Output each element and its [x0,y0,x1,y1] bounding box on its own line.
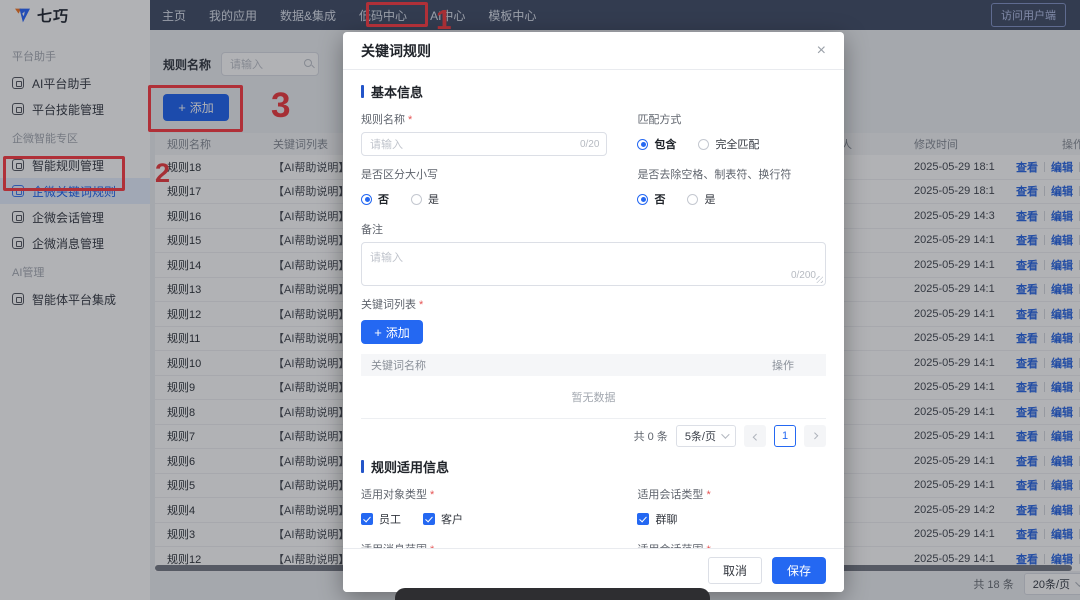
chevron-right-icon [811,432,818,439]
radio-checked-icon [637,139,648,150]
checkbox-customer[interactable]: 客户 [423,511,463,527]
radio-strip-yes[interactable]: 是 [687,191,715,207]
checkbox-employee[interactable]: 员工 [361,511,401,527]
object-type-label: 适用对象类型 [361,486,607,502]
radio-exact-match[interactable]: 完全匹配 [698,136,759,152]
session-type-label: 适用会话类型 [637,486,826,502]
modal-footer: 取消 保存 [343,548,844,592]
radio-unchecked-icon [687,194,698,205]
basic-info-section-title: 基本信息 [361,82,826,101]
modal-body: 基本信息 规则名称 请输入 0/20 匹配方式 包含 [343,70,844,548]
rule-name-field: 规则名称 请输入 0/20 [361,111,607,156]
session-type-field: 适用会话类型 群聊 [637,486,826,531]
resize-handle-icon[interactable] [816,276,823,283]
current-page-button[interactable]: 1 [774,425,796,447]
message-scope-field: 适用消息范围 发送的消息 接收的消息 收发的消息 [361,541,607,548]
keyword-table: 关键词名称 操作 暂无数据 [361,354,826,419]
remark-placeholder: 请输入 [370,252,403,264]
recorder-pill [395,588,710,600]
keyword-name-header: 关键词名称 [361,357,426,373]
keyword-pagination: 共 0 条 5条/页 1 [361,425,826,447]
section-bar-icon [361,460,364,473]
keyword-total-count: 共 0 条 [634,428,668,444]
keyword-list-label: 关键词列表 [361,296,826,312]
plus-icon: + [374,326,382,339]
radio-unchecked-icon [411,194,422,205]
checkbox-checked-icon [361,513,373,525]
remark-label: 备注 [361,221,826,237]
section-bar-icon [361,85,364,98]
rule-name-counter: 0/20 [580,139,599,150]
app-window: 七巧 主页我的应用数据&集成低码中心AI中心模板中心 访问用户端 平台助手AI平… [0,0,1080,600]
annotation-box-add-button [148,85,243,132]
add-keyword-button[interactable]: + 添加 [361,320,423,344]
case-sensitive-field: 是否区分大小写 否 是 [361,166,607,211]
rule-name-input[interactable]: 请输入 0/20 [361,132,607,156]
radio-case-no[interactable]: 否 [361,191,389,207]
object-type-field: 适用对象类型 员工 客户 [361,486,607,531]
annotation-step-1: 1 [436,6,452,34]
prev-page-button[interactable] [744,425,766,447]
remark-counter: 0/200 [791,270,816,281]
remark-textarea[interactable]: 请输入 0/200 [361,242,826,286]
modal-header: 关键词规则 × [343,32,844,70]
session-scope-field: 适用会话范围 内部会话 外部会话 [637,541,826,548]
add-keyword-label: 添加 [386,324,410,341]
case-sensitive-label: 是否区分大小写 [361,166,607,182]
keyword-page-size-value: 5条/页 [685,428,716,444]
checkbox-group-chat[interactable]: 群聊 [637,511,677,527]
radio-checked-icon [361,194,372,205]
keyword-actions-header: 操作 [772,357,826,373]
strip-whitespace-label: 是否去除空格、制表符、换行符 [637,166,826,182]
rule-name-placeholder: 请输入 [370,136,403,152]
close-icon[interactable]: × [817,43,826,59]
session-scope-label: 适用会话范围 [637,541,826,548]
modal-title: 关键词规则 [361,41,431,61]
annotation-step-3: 3 [271,88,290,123]
next-page-button[interactable] [804,425,826,447]
save-button[interactable]: 保存 [772,557,826,584]
radio-contains[interactable]: 包含 [637,136,676,152]
strip-whitespace-field: 是否去除空格、制表符、换行符 否 是 [637,166,826,211]
message-scope-label: 适用消息范围 [361,541,607,548]
checkbox-checked-icon [637,513,649,525]
annotation-box-keyword-rules [3,156,125,191]
radio-case-yes[interactable]: 是 [411,191,439,207]
checkbox-checked-icon [423,513,435,525]
match-mode-field: 匹配方式 包含 完全匹配 [637,111,826,156]
keyword-page-size-select[interactable]: 5条/页 [676,425,736,447]
match-mode-label: 匹配方式 [637,111,826,127]
apply-info-section-title: 规则适用信息 [361,457,826,476]
keyword-rule-modal: 关键词规则 × 基本信息 规则名称 请输入 0/20 匹配方式 [343,32,844,592]
empty-state-text: 暂无数据 [361,376,826,418]
annotation-step-2: 2 [155,160,170,187]
chevron-down-icon [721,430,729,438]
keyword-table-header: 关键词名称 操作 [361,354,826,376]
cancel-button[interactable]: 取消 [708,557,762,584]
chevron-left-icon [752,433,759,440]
annotation-box-ai-center [366,2,428,27]
radio-checked-icon [637,194,648,205]
radio-strip-no[interactable]: 否 [637,191,665,207]
radio-unchecked-icon [698,139,709,150]
rule-name-label: 规则名称 [361,111,607,127]
